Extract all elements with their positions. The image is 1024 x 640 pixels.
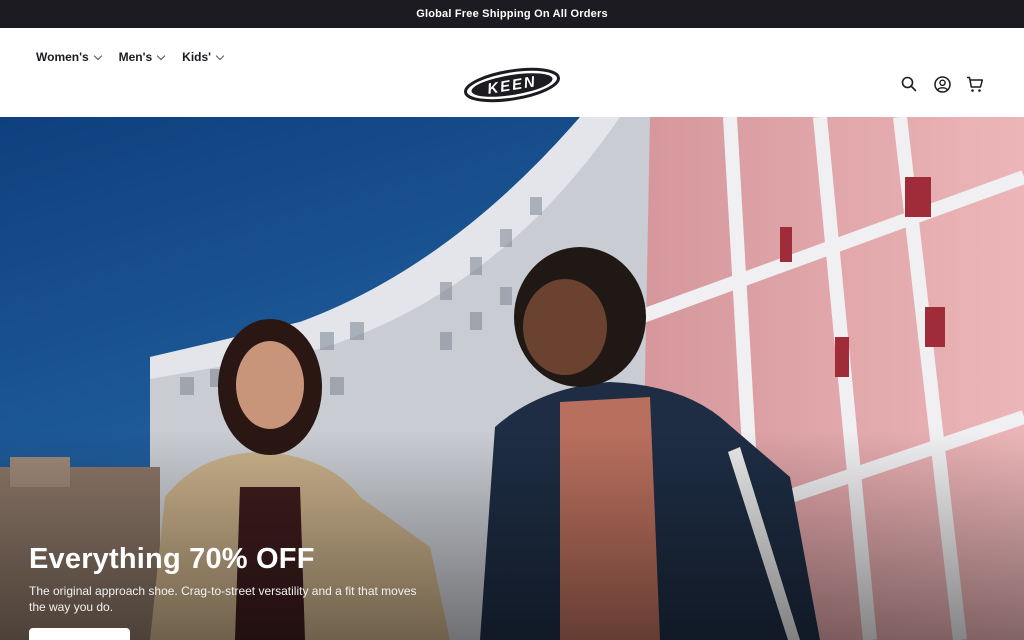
cart-icon[interactable]: [966, 75, 984, 93]
nav-item-mens[interactable]: Men's: [118, 50, 166, 64]
nav-item-womens[interactable]: Women's: [36, 50, 102, 64]
hero-description: The original approach shoe. Crag-to-stre…: [29, 584, 417, 614]
announcement-text: Global Free Shipping On All Orders: [416, 8, 608, 20]
announcement-bar: Global Free Shipping On All Orders: [0, 0, 1024, 28]
account-icon[interactable]: [933, 75, 951, 93]
main-nav: Women's Men's Kids': [36, 50, 225, 64]
search-icon[interactable]: [900, 75, 918, 93]
hero-cta-button[interactable]: [29, 628, 130, 640]
nav-item-label: Women's: [36, 50, 89, 64]
chevron-down-icon: [156, 51, 166, 60]
keen-logo[interactable]: KEEN: [463, 66, 561, 104]
site-header: Women's Men's Kids' KEEN: [0, 28, 1024, 117]
nav-item-kids[interactable]: Kids': [182, 50, 225, 64]
hero-text-block: Everything 70% OFF The original approach…: [29, 542, 429, 615]
nav-item-label: Kids': [182, 50, 212, 64]
hero-title: Everything 70% OFF: [29, 543, 315, 575]
header-icons: [900, 75, 984, 93]
nav-item-label: Men's: [118, 50, 153, 64]
hero-banner[interactable]: Everything 70% OFF The original approach…: [0, 117, 1024, 640]
chevron-down-icon: [215, 51, 225, 60]
chevron-down-icon: [93, 51, 102, 60]
